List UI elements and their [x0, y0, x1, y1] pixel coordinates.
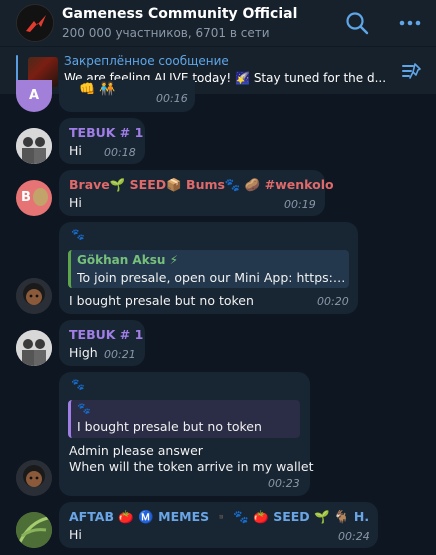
paw-icon: 🐾	[71, 378, 85, 391]
message-time: 00:18	[104, 146, 136, 159]
message-time: 00:23	[268, 477, 300, 490]
avatar[interactable]: B	[16, 180, 52, 216]
message-bubble[interactable]: 🐾 🐾 I bought presale but no token Admin …	[59, 372, 314, 496]
avatar[interactable]: A	[16, 80, 52, 112]
reply-quote[interactable]: Gökhan Aksu ⚡ To join presale, open our …	[68, 250, 349, 288]
avatar[interactable]	[16, 330, 52, 366]
message-text: Admin please answer	[69, 443, 203, 458]
avatar[interactable]	[16, 512, 52, 548]
message-time: 00:21	[104, 348, 136, 361]
paw-icon: 🐾	[77, 402, 91, 415]
reply-text: I bought presale but no token	[77, 419, 262, 434]
message-text: Hi	[69, 143, 82, 158]
sender-name[interactable]: AFTAB 🍅 Ⓜ️ MEMES ▪️ 🐾 🍅 SEED 🌱 🐐 H...	[69, 509, 369, 525]
avatar-letter: A	[29, 88, 40, 103]
message-text: Hi	[69, 527, 82, 542]
sender-name[interactable]: TEBUK # 1	[69, 327, 143, 342]
message-text: When will the token arrive in my wallet	[69, 459, 314, 474]
potato-icon	[33, 188, 48, 206]
sticker-emoji: 👊 🧑‍🤝‍🧑	[79, 82, 116, 97]
avatar[interactable]	[16, 278, 52, 314]
message-bubble[interactable]: Brave🌱 SEED📦 Bums🐾 🥔 #wenkolo Hi 00:19	[59, 170, 334, 216]
message-time: 00:24	[338, 530, 370, 543]
message-time: 00:19	[284, 198, 316, 211]
message-text: High	[69, 345, 98, 360]
sender-name[interactable]: Brave🌱 SEED📦 Bums🐾 🥔 #wenkolo	[69, 177, 334, 193]
pinned-label: Закреплённое сообщение	[64, 54, 229, 68]
avatar-letter: B	[21, 190, 31, 205]
paw-icon: 🐾	[71, 228, 85, 241]
message-time: 00:16	[156, 92, 188, 105]
message-bubble[interactable]: AFTAB 🍅 Ⓜ️ MEMES ▪️ 🐾 🍅 SEED 🌱 🐐 H... Hi…	[59, 502, 378, 548]
message-text: I bought presale but no token	[69, 293, 254, 308]
sender-name[interactable]: TEBUK # 1	[69, 125, 143, 140]
message-text: Hi	[69, 195, 82, 210]
pinned-list-icon[interactable]	[400, 60, 422, 82]
avatar[interactable]	[16, 128, 52, 164]
reply-quote[interactable]: 🐾 I bought presale but no token	[68, 400, 300, 438]
message-bubble[interactable]: TEBUK # 1 Hi 00:18	[59, 118, 145, 164]
message-time: 00:20	[317, 295, 349, 308]
channel-avatar[interactable]	[16, 4, 54, 42]
chat-title[interactable]: Gameness Community Official	[62, 6, 297, 22]
avatar[interactable]	[16, 460, 52, 496]
reply-text: To join presale, open our Mini App: http…	[77, 270, 347, 285]
member-count: 200 000 участников, 6701 в сети	[62, 26, 270, 40]
message-bubble[interactable]: 👊 🧑‍🤝‍🧑 00:16	[59, 80, 195, 112]
message-bubble[interactable]: TEBUK # 1 High 00:21	[59, 320, 145, 366]
chat-header: Gameness Community Official 200 000 учас…	[0, 0, 436, 46]
more-dots-icon[interactable]	[398, 12, 422, 34]
message-bubble[interactable]: 🐾 Gökhan Aksu ⚡ To join presale, open ou…	[59, 222, 358, 314]
reply-sender-name: Gökhan Aksu ⚡	[77, 253, 178, 267]
search-icon[interactable]	[344, 10, 370, 36]
